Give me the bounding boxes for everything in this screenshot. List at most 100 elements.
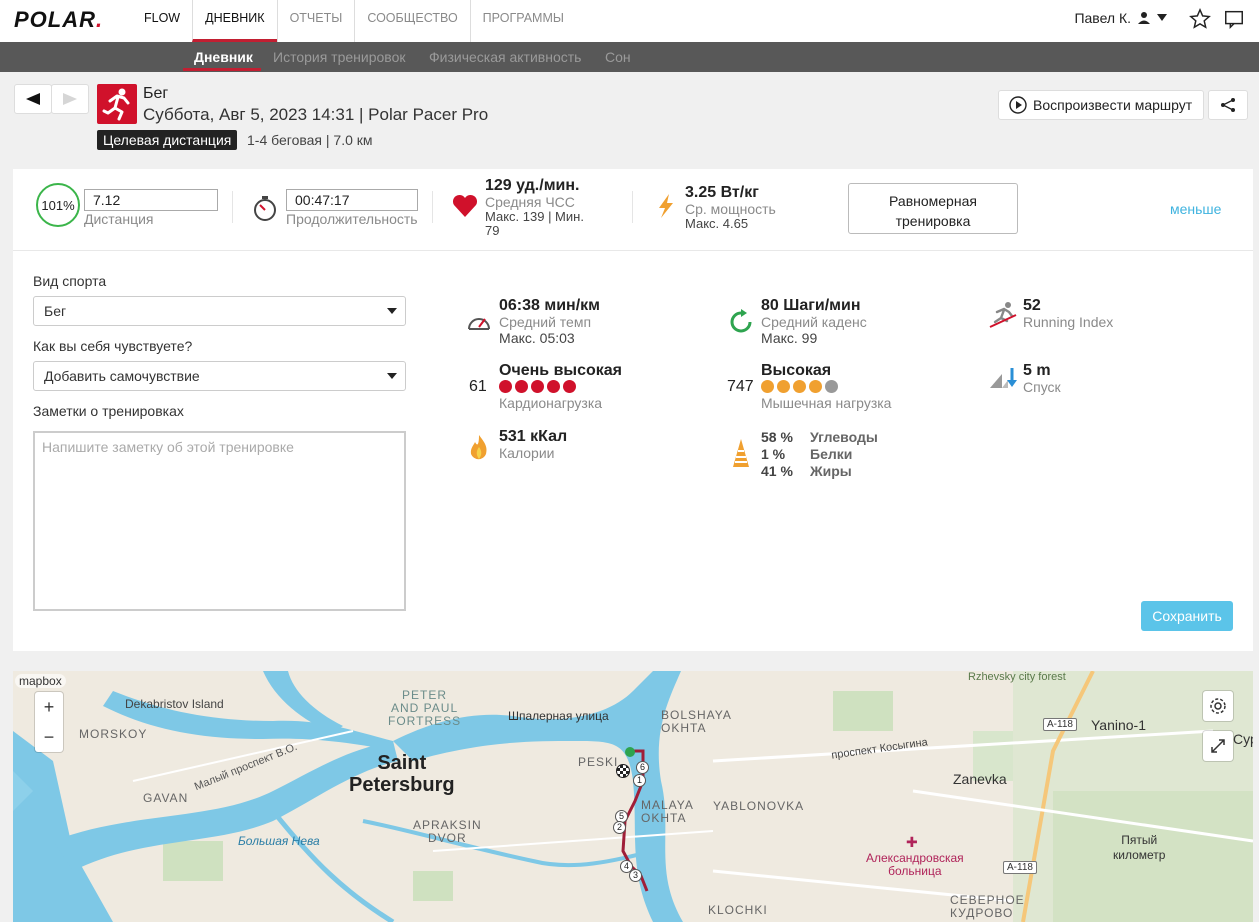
summary-card: 101% 7.12 Дистанция 00:47:17 Продолжител… (13, 169, 1253, 251)
training-benefit-line2: тренировка (895, 213, 971, 229)
map-label-pyatyy: Пятый километр (1113, 833, 1166, 862)
map-label-yanino: Yanino-1 (1091, 717, 1147, 733)
nav-diary[interactable]: ДНЕВНИК (192, 0, 277, 42)
pace-max: Макс. 05:03 (499, 330, 575, 346)
muscle-load-dots (761, 380, 838, 393)
road-tag-a118-south: A-118 (1003, 861, 1037, 874)
subnav-history[interactable]: История тренировок (273, 49, 405, 65)
descent-label: Спуск (1023, 379, 1061, 395)
target-distance-tag[interactable]: Целевая дистанция (97, 130, 238, 150)
subnav-active-indicator (183, 68, 261, 71)
star-icon[interactable] (1189, 8, 1211, 30)
route-km-marker: 3 (629, 869, 642, 882)
play-circle-icon (1009, 96, 1027, 114)
rating-dot (793, 380, 806, 393)
map-label-peski: PESKI (578, 755, 619, 769)
cardio-load-number: 61 (469, 378, 487, 395)
lightning-icon (659, 194, 673, 218)
subnav-diary[interactable]: Дневник (194, 49, 253, 65)
chevron-down-icon (387, 308, 397, 314)
heart-rate-max-min: Макс. 139 | Мин. (485, 209, 584, 224)
next-session-button[interactable] (51, 84, 89, 114)
notes-textarea[interactable]: Напишите заметку об этой тренировке (33, 431, 406, 611)
zoom-out-button[interactable]: − (35, 722, 63, 752)
map-label-peter-paul: PETER AND PAUL FORTRESS (388, 688, 462, 728)
zoom-in-button[interactable]: + (35, 692, 63, 722)
rating-dot (563, 380, 576, 393)
map-label-kudrovo: СЕВЕРНОЕ КУДРОВО (950, 893, 1025, 920)
subnav-activity[interactable]: Физическая активность (429, 49, 581, 65)
distance-label: Дистанция (84, 211, 154, 227)
route-start-marker (625, 747, 635, 757)
polar-logo-dot: . (96, 7, 104, 32)
running-sport-icon (97, 84, 137, 124)
map-label-bolshaya-neva: Большая Нева (238, 834, 320, 848)
duration-label: Продолжительность (286, 211, 418, 227)
save-button[interactable]: Сохранить (1141, 601, 1233, 631)
running-index-label: Running Index (1023, 314, 1114, 330)
running-index-value: 52 (1023, 297, 1041, 314)
speedometer-icon (468, 318, 490, 330)
previous-session-button[interactable] (14, 84, 52, 114)
training-benefit-button[interactable]: Равномерная тренировка (848, 183, 1018, 234)
cardio-load-label: Кардионагрузка (499, 395, 603, 411)
main-nav: FLOW ДНЕВНИК ОТЧЕТЫ СООБЩЕСТВО ПРОГРАММЫ (136, 0, 576, 42)
rating-dot (809, 380, 822, 393)
map-label-zanevka: Zanevka (953, 771, 1007, 787)
gear-icon (1210, 698, 1226, 714)
arrow-left-icon (26, 93, 40, 105)
calories-label: Калории (499, 445, 555, 461)
chevron-down-icon (1157, 14, 1167, 21)
fat-label: Жиры (810, 463, 852, 479)
nav-reports[interactable]: ОТЧЕТЫ (276, 0, 355, 42)
nav-flow[interactable]: FLOW (136, 0, 192, 42)
message-icon[interactable] (1223, 8, 1245, 30)
map-label-hospital: Александровская больница (866, 851, 964, 878)
sport-type-select[interactable]: Бег (33, 296, 406, 326)
zoom-control: + − (35, 692, 63, 752)
polar-logo-text: POLAR (14, 7, 96, 32)
cadence-icon (730, 309, 752, 333)
target-description: 1-4 беговая | 7.0 км (247, 132, 373, 148)
session-date-device: Суббота, Авг 5, 2023 14:31 | Polar Pacer… (143, 105, 489, 124)
share-button[interactable] (1208, 90, 1248, 120)
distance-input[interactable]: 7.12 (84, 189, 218, 211)
map-label-morskoy: MORSKOY (79, 727, 148, 741)
route-map[interactable]: mapbox + − Dekabristov Island MORSKOY GA… (13, 671, 1253, 922)
feeling-value: Добавить самочувствие (44, 368, 200, 384)
duration-input[interactable]: 00:47:17 (286, 189, 418, 211)
mapbox-attribution[interactable]: mapbox (15, 674, 66, 688)
calories-value: 531 кКал (499, 428, 568, 445)
nutrition-icon (733, 439, 749, 467)
avg-heart-rate-label: Средняя ЧСС (485, 194, 575, 210)
heart-rate-min-value: 79 (485, 223, 500, 238)
feeling-select[interactable]: Добавить самочувствие (33, 361, 406, 391)
show-less-link[interactable]: меньше (1170, 201, 1221, 217)
replay-route-label: Воспроизвести маршрут (1033, 97, 1193, 113)
map-label-gavan: GAVAN (143, 791, 189, 805)
replay-route-button[interactable]: Воспроизвести маршрут (998, 90, 1204, 120)
feeling-label: Как вы себя чувствуете? (33, 338, 193, 354)
user-icon (1138, 12, 1150, 24)
rating-dot (777, 380, 790, 393)
sport-title: Бег (143, 85, 169, 102)
map-label-shpalernaya: Шпалерная улица (508, 709, 609, 723)
road-tag-a118: A-118 (1043, 718, 1077, 731)
cadence-max: Макс. 99 (761, 330, 818, 346)
carbs-percent: 58 % (761, 429, 793, 445)
rating-dot (825, 380, 838, 393)
rating-dot (531, 380, 544, 393)
map-settings-button[interactable] (1203, 691, 1233, 721)
nav-programs[interactable]: ПРОГРАММЫ (469, 0, 576, 42)
sport-type-value: Бег (44, 303, 67, 319)
map-label-klochki: KLOCHKI (708, 903, 768, 917)
nav-community[interactable]: СООБЩЕСТВО (354, 0, 469, 42)
subnav-sleep[interactable]: Сон (605, 49, 631, 65)
map-label-dekabristov: Dekabristov Island (125, 697, 224, 711)
expand-icon (1211, 739, 1225, 753)
polar-logo[interactable]: POLAR. (14, 7, 103, 33)
map-fullscreen-button[interactable] (1203, 731, 1233, 761)
carbs-label: Углеводы (810, 429, 878, 445)
user-menu[interactable]: Павел К. (1074, 10, 1167, 26)
rating-dot (761, 380, 774, 393)
